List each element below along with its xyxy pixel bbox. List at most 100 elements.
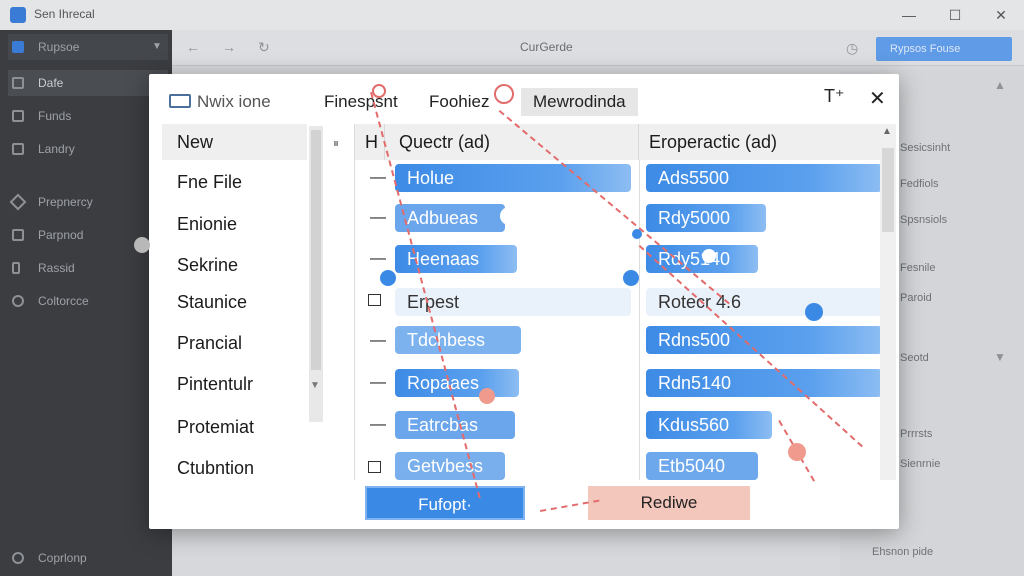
secondary-action-button[interactable]: Rediwe: [588, 486, 750, 520]
sidebar-item-label: Prepnercy: [38, 195, 93, 209]
sidebar-item-dafe[interactable]: Dafe: [8, 70, 168, 96]
annotation-dot: [134, 237, 150, 253]
grid-icon: [12, 143, 24, 155]
annotation-dot: [380, 270, 396, 286]
file-list: New Fne File Enionie Sekrine Staunice Pr…: [162, 124, 327, 479]
data-grid: H Quectr (ad) Eroperactic (ad) — Holue A…: [354, 124, 882, 480]
sidebar-item-label: Landry: [38, 142, 75, 156]
mail-icon: [12, 229, 24, 241]
sidebar-item-rassid[interactable]: Rassid: [8, 255, 168, 281]
dialog-tab-bar: Nwix ione Finespsnt Foohiez Mewrodinda T…: [149, 74, 899, 126]
grid-scrollbar[interactable]: ▲: [880, 124, 896, 480]
cell-name[interactable]: Adbueas: [395, 204, 505, 232]
scroll-up-icon[interactable]: ▲: [882, 126, 892, 137]
sidebar-item-landry[interactable]: Landry: [8, 136, 168, 162]
dialog-close-button[interactable]: ✕: [869, 86, 886, 111]
sidebar-item-label: Dafe: [38, 76, 64, 90]
annotation-dot: [500, 207, 518, 225]
right-panel-item[interactable]: Fedfiols: [900, 178, 939, 190]
list-item[interactable]: Sekrine: [177, 255, 238, 276]
toolbar-primary-button[interactable]: Rypsos Fouse: [876, 37, 1012, 61]
row-dash-icon: —: [370, 209, 386, 226]
cell-name[interactable]: Ropaaes: [395, 369, 519, 397]
scroll-down-icon[interactable]: ▼: [310, 380, 320, 391]
row-dash-icon: —: [370, 250, 386, 267]
forward-icon[interactable]: →: [222, 39, 236, 55]
tab-finespsnt[interactable]: Finespsnt: [324, 88, 398, 116]
toolbar-title: CurGerde: [520, 40, 573, 54]
row-checkbox[interactable]: [368, 461, 381, 473]
right-panel-item[interactable]: Fesnile: [900, 262, 935, 274]
right-panel-item[interactable]: Sesicsinht: [900, 142, 950, 154]
sidebar-item-funds[interactable]: Funds: [8, 103, 168, 129]
search-icon: [12, 295, 24, 307]
cell-value[interactable]: Rotecr 4.6: [646, 288, 882, 316]
maximize-button[interactable]: ☐: [944, 4, 966, 26]
right-panel-item[interactable]: Spsnsiols: [900, 214, 947, 226]
data-icon: [12, 77, 24, 89]
cell-value[interactable]: Rdn5140: [646, 369, 882, 397]
scrollbar-thumb[interactable]: [311, 130, 321, 370]
primary-action-button[interactable]: Fufopt·: [365, 486, 525, 520]
sidebar-item-label: Parpnod: [38, 228, 84, 242]
list-item[interactable]: Staunice: [177, 292, 247, 313]
row-dash-icon: —: [370, 332, 386, 349]
back-icon[interactable]: ←: [186, 39, 200, 55]
sidebar-item-prepnercy[interactable]: Prepnercy: [8, 189, 168, 215]
row-checkbox[interactable]: [368, 294, 381, 306]
tab-foohiez[interactable]: Foohiez: [429, 88, 489, 116]
tab-nwix-ione[interactable]: Nwix ione: [169, 88, 271, 116]
list-item[interactable]: Prancial: [177, 333, 242, 354]
phone-icon: [12, 262, 20, 274]
list-header[interactable]: New: [162, 124, 307, 160]
sidebar-item-label: Funds: [38, 109, 72, 123]
list-item[interactable]: Protemiat: [177, 417, 254, 438]
sidebar-item-coltorcce[interactable]: Coltorcce: [8, 288, 168, 314]
row-dash-icon: —: [370, 169, 386, 186]
tab-label: Foohiez: [429, 92, 490, 111]
cell-name[interactable]: Getvbess: [395, 452, 505, 480]
chevron-down-icon[interactable]: ▼: [994, 350, 1006, 364]
refresh-icon[interactable]: ↻: [258, 39, 270, 56]
list-item[interactable]: Fne File: [177, 172, 242, 193]
list-item[interactable]: Ctubntion: [177, 458, 254, 479]
annotation-ring: [372, 84, 386, 98]
clock-icon[interactable]: ◷: [846, 40, 858, 57]
sidebar-item-label: Rassid: [38, 261, 75, 275]
cell-name[interactable]: Eatrcbas: [395, 411, 515, 439]
pin-button[interactable]: T⁺: [824, 86, 845, 107]
monitor-icon: [12, 110, 24, 122]
minimize-button[interactable]: —: [898, 4, 920, 26]
annotation-dot: [702, 249, 716, 263]
pencil-icon: [9, 193, 27, 211]
sidebar-item-coprlonp[interactable]: Coprlonp: [8, 545, 168, 571]
sidebar-item-label: Rupsoe: [38, 40, 80, 54]
cell-name[interactable]: Tdchbess: [395, 326, 521, 354]
cell-value[interactable]: Etb5040: [646, 452, 758, 480]
scrollbar-thumb[interactable]: [882, 148, 894, 232]
right-panel-item[interactable]: Seotd: [900, 352, 929, 364]
list-scrollbar[interactable]: ▼: [309, 126, 323, 422]
cell-name[interactable]: Holue: [395, 164, 631, 192]
tab-label: Finespsnt: [324, 92, 398, 111]
close-window-button[interactable]: ✕: [990, 4, 1012, 26]
column-header-quectr[interactable]: Quectr (ad): [385, 124, 639, 160]
right-panel-item[interactable]: Prrrsts: [900, 428, 932, 440]
column-resize-icon[interactable]: ⏸: [333, 136, 339, 151]
column-header-eroperactic[interactable]: Eroperactic (ad): [639, 124, 882, 160]
right-panel-item[interactable]: Paroid: [900, 292, 932, 304]
annotation-dot: [479, 388, 495, 404]
cell-value[interactable]: Kdus560: [646, 411, 772, 439]
chevron-up-icon[interactable]: ▲: [994, 78, 1006, 92]
list-item[interactable]: Pintentulr: [177, 374, 253, 395]
tab-mewrodinda[interactable]: Mewrodinda: [521, 88, 638, 116]
cell-value[interactable]: Rdy5000: [646, 204, 766, 232]
cell-value[interactable]: Ads5500: [646, 164, 882, 192]
cell-value[interactable]: Rdns500: [646, 326, 882, 354]
right-panel-item[interactable]: Ehsnon pide: [872, 546, 933, 558]
sidebar-item-rupsoe[interactable]: Rupsoe ▼: [8, 34, 168, 60]
dialog: Nwix ione Finespsnt Foohiez Mewrodinda T…: [149, 74, 899, 529]
list-item[interactable]: Enionie: [177, 214, 237, 235]
window-icon: [169, 94, 191, 108]
right-panel-item[interactable]: Sienrnie: [900, 458, 940, 470]
